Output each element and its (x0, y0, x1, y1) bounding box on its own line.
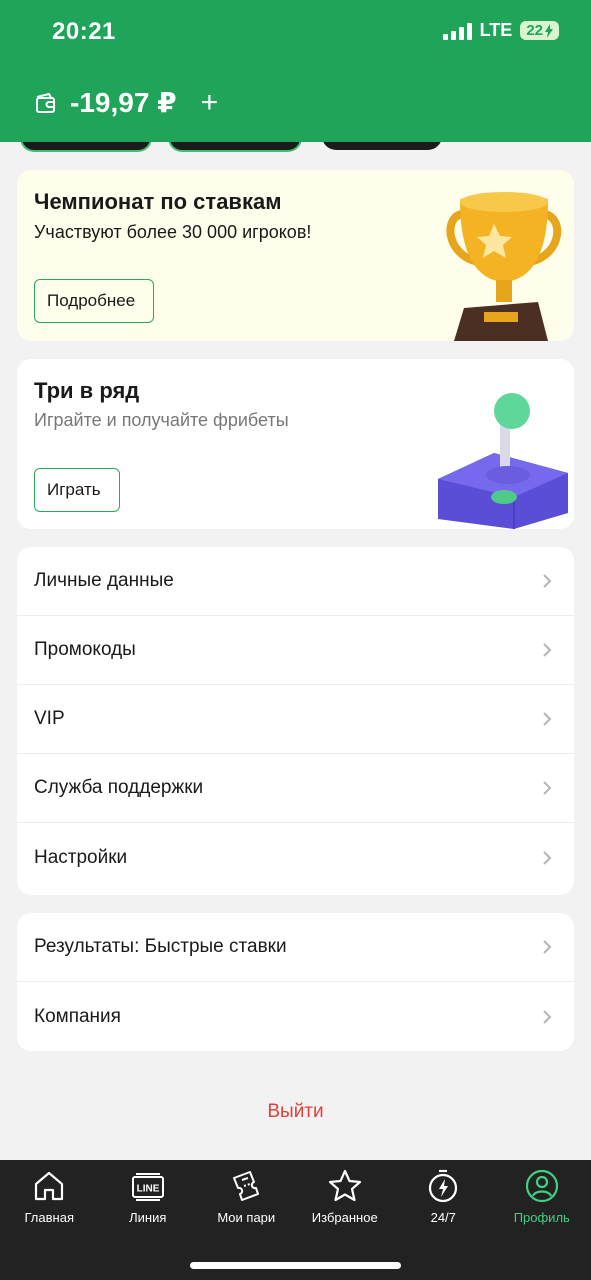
promo-card-match-three[interactable]: Три в ряд Играйте и получайте фрибеты Иг… (17, 359, 574, 529)
menu-item-label: VIP (34, 708, 65, 729)
status-indicators: LTE 22 (442, 20, 559, 41)
logout-button[interactable]: Выйти (0, 1100, 591, 1124)
tab-home[interactable]: Главная (0, 1160, 99, 1280)
line-icon: LINE (131, 1173, 164, 1201)
menu-item-label: Настройки (34, 846, 128, 868)
tab-24-7[interactable]: 24/7 (394, 1160, 493, 1280)
add-funds-plus-icon[interactable]: + (201, 87, 219, 118)
trophy-icon (446, 192, 562, 341)
star-icon (328, 1169, 361, 1202)
tickets-icon (233, 1171, 260, 1201)
chevron-right-icon (543, 643, 552, 657)
menu-item-support[interactable]: Служба поддержки (17, 754, 574, 823)
more-details-button[interactable]: Подробнее (34, 279, 154, 323)
joystick-icon (438, 393, 568, 529)
promo-card-championship[interactable]: Чемпионат по ставкам Участвуют более 30 … (17, 170, 574, 341)
network-type: LTE (479, 20, 513, 40)
menu-item-fast-bets-results[interactable]: Результаты: Быстрые ставки (17, 913, 574, 982)
tab-label: Мои пари (217, 1210, 276, 1225)
menu-item-personal-data[interactable]: Личные данные (17, 547, 574, 616)
wallet-icon (36, 92, 55, 113)
profile-menu: Личные данные Промокоды VIP Служба подде… (17, 547, 574, 895)
battery-indicator: 22 (520, 21, 559, 40)
promo-subtitle: Играйте и получайте фрибеты (34, 410, 289, 430)
status-time: 20:21 (52, 18, 116, 45)
chevron-right-icon (543, 850, 552, 865)
play-button[interactable]: Играть (34, 468, 120, 512)
home-indicator (190, 1262, 401, 1269)
signal-icon (442, 22, 472, 40)
promo-title: Три в ряд (34, 378, 140, 403)
menu-item-label: Результаты: Быстрые ставки (34, 936, 287, 957)
menu-item-settings[interactable]: Настройки (17, 823, 574, 892)
tab-label: Главная (24, 1210, 74, 1225)
tab-label: 24/7 (430, 1210, 456, 1225)
chevron-right-icon (543, 1009, 552, 1024)
menu-item-label: Личные данные (34, 570, 174, 591)
secondary-menu: Результаты: Быстрые ставки Компания (17, 913, 574, 1051)
chevron-right-icon (543, 574, 552, 588)
balance-amount: -19,97 ₽ (70, 87, 177, 118)
chevron-right-icon (543, 940, 552, 954)
battery-level: 22 (526, 22, 543, 39)
tab-profile[interactable]: Профиль (493, 1160, 591, 1280)
tab-label: Избранное (311, 1210, 378, 1225)
line-icon-text: LINE (136, 1184, 159, 1195)
menu-item-label: Промокоды (34, 639, 136, 660)
home-icon (35, 1171, 64, 1201)
chevron-right-icon (543, 781, 552, 795)
charging-bolt-icon (545, 23, 553, 38)
profile-icon (525, 1169, 558, 1203)
menu-item-company[interactable]: Компания (17, 982, 574, 1051)
balance-row[interactable]: -19,97 ₽ + (34, 86, 218, 119)
menu-item-vip[interactable]: VIP (17, 685, 574, 754)
tab-label: Линия (129, 1210, 167, 1225)
chevron-right-icon (543, 712, 552, 726)
tab-line[interactable]: LINE Линия (99, 1160, 198, 1280)
menu-item-label: Служба поддержки (34, 777, 204, 798)
stopwatch-bolt-icon (429, 1169, 458, 1203)
app-header: 20:21 LTE 22 -19,97 ₽ + (0, 0, 591, 142)
menu-item-label: Компания (34, 1005, 121, 1027)
menu-item-promocodes[interactable]: Промокоды (17, 616, 574, 685)
promo-title: Чемпионат по ставкам (34, 189, 282, 214)
tab-label: Профиль (513, 1210, 570, 1225)
promo-subtitle: Участвуют более 30 000 игроков! (34, 222, 312, 242)
